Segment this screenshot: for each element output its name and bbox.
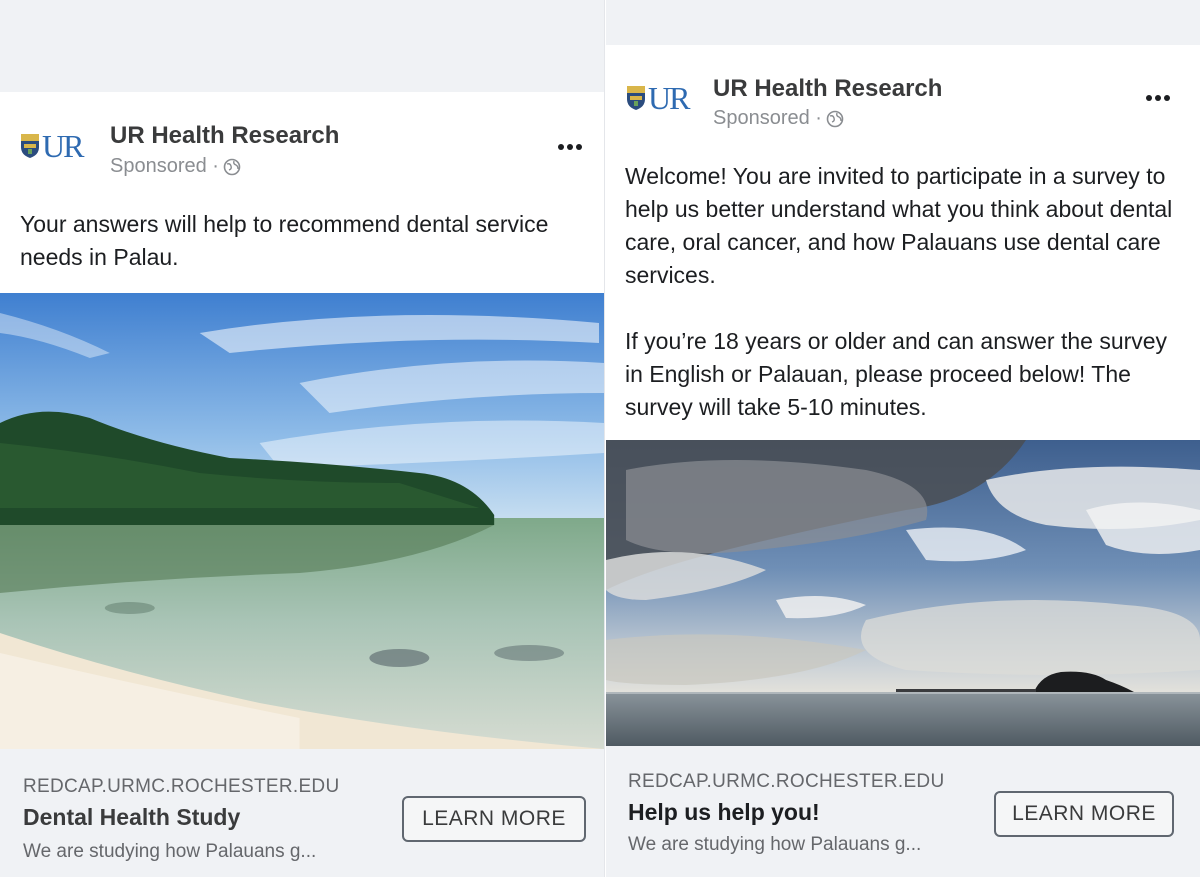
- ad-body-text: Your answers will help to recommend dent…: [20, 211, 555, 270]
- ad-body-text: Welcome! You are invited to participate …: [625, 163, 1173, 420]
- shield-icon: [21, 134, 39, 158]
- link-preview-footer[interactable]: REDCAP.URMC.ROCHESTER.EDU Help us help y…: [606, 746, 1200, 877]
- sponsored-ad-card-right: UR UR Health Research Sponsored · Welcom…: [606, 0, 1200, 877]
- ur-medicine-logo[interactable]: UR: [20, 128, 84, 164]
- ur-medicine-logo[interactable]: UR: [626, 80, 690, 116]
- photo-image: [0, 293, 604, 749]
- more-options-button[interactable]: [1146, 95, 1170, 101]
- link-description: We are studying how Palauans g...: [23, 841, 317, 862]
- sponsored-text: Sponsored ·: [713, 107, 822, 129]
- logo-text: UR: [42, 128, 84, 164]
- sponsored-label: Sponsored ·: [713, 107, 844, 130]
- link-description: We are studying how Palauans g...: [628, 834, 922, 855]
- link-headline[interactable]: Help us help you!: [628, 799, 820, 826]
- ad-header: UR UR Health Research Sponsored ·: [0, 92, 604, 192]
- photo-image: [606, 440, 1200, 746]
- more-options-button[interactable]: [558, 144, 582, 150]
- link-domain: REDCAP.URMC.ROCHESTER.EDU: [23, 776, 340, 797]
- cloudy-sea-photo[interactable]: [606, 440, 1200, 746]
- logo-text: UR: [648, 80, 690, 116]
- more-options-icon: [558, 144, 564, 150]
- page-name-link[interactable]: UR Health Research: [713, 75, 942, 103]
- link-headline[interactable]: Dental Health Study: [23, 804, 240, 831]
- feed-gap: [0, 0, 604, 92]
- link-preview-footer[interactable]: REDCAP.URMC.ROCHESTER.EDU Dental Health …: [0, 749, 604, 877]
- sponsored-label: Sponsored ·: [110, 155, 241, 178]
- more-options-icon: [1146, 95, 1152, 101]
- shield-icon: [627, 86, 645, 110]
- globe-icon: [223, 158, 241, 175]
- learn-more-button[interactable]: LEARN MORE: [402, 796, 586, 842]
- learn-more-button[interactable]: LEARN MORE: [994, 791, 1174, 837]
- link-domain: REDCAP.URMC.ROCHESTER.EDU: [628, 771, 945, 792]
- sponsored-ad-card-left: UR UR Health Research Sponsored · Your a…: [0, 0, 605, 877]
- globe-icon: [826, 110, 844, 127]
- feed-gap: [606, 0, 1200, 45]
- beach-island-photo[interactable]: [0, 293, 604, 749]
- page-name-link[interactable]: UR Health Research: [110, 122, 339, 150]
- sponsored-text: Sponsored ·: [110, 155, 219, 177]
- ad-header: UR UR Health Research Sponsored ·: [606, 45, 1200, 145]
